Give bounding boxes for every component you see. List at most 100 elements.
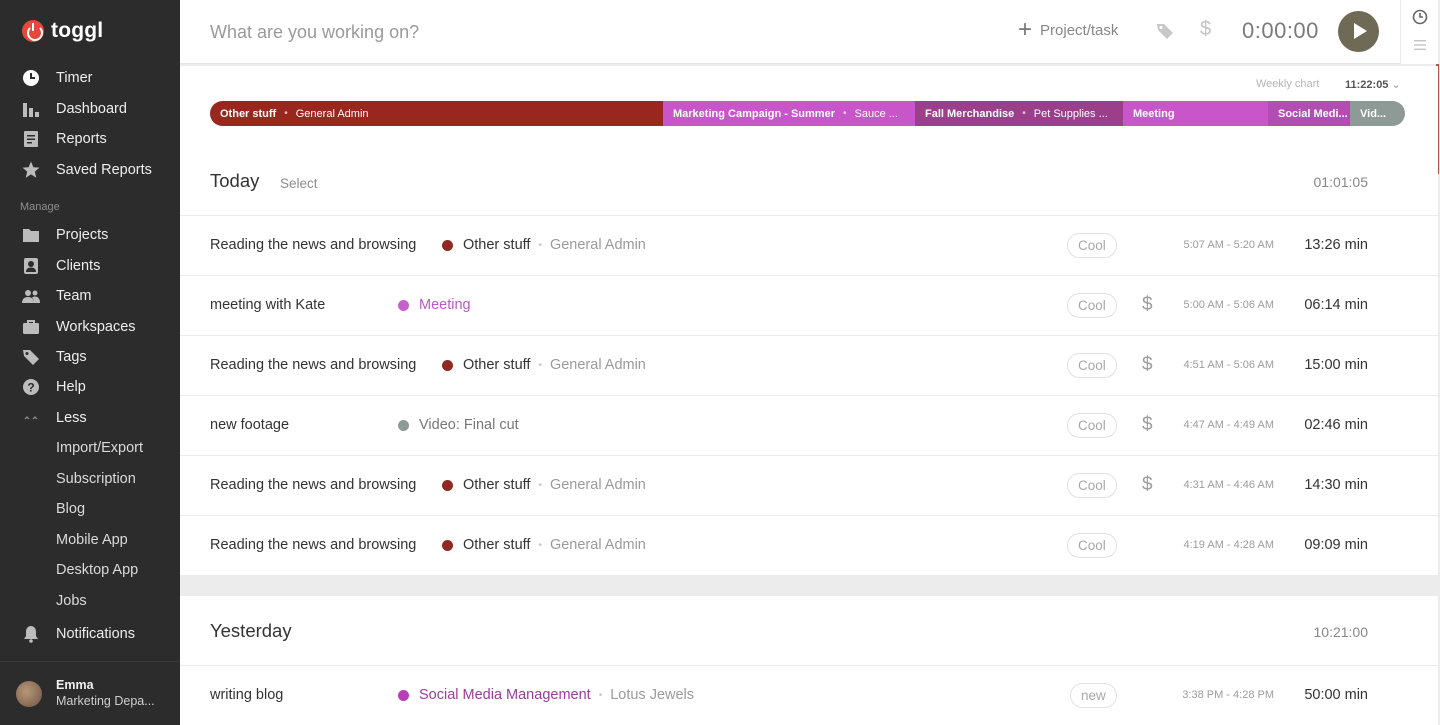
separator: • xyxy=(1022,108,1026,119)
billable-dollar-icon[interactable]: $ xyxy=(1142,414,1153,436)
sidebar-item-import-export[interactable]: Import/Export xyxy=(0,435,180,461)
entry-duration[interactable]: 14:30 min xyxy=(1304,477,1368,493)
description-input[interactable] xyxy=(210,18,970,46)
entry-description[interactable]: writing blog xyxy=(210,687,283,703)
time-entry[interactable]: Reading the news and browsing Other stuf… xyxy=(180,336,1438,396)
sidebar-item-subscription[interactable]: Subscription xyxy=(0,466,180,492)
time-range[interactable]: 5:00 AM - 5:06 AM xyxy=(1180,299,1275,311)
sidebar-item-notifications[interactable]: Notifications xyxy=(0,621,180,647)
entry-description[interactable]: Reading the news and browsing xyxy=(210,477,416,493)
tag-pill[interactable]: new xyxy=(1070,683,1117,708)
sidebar-item-saved-reports[interactable]: Saved Reports xyxy=(0,157,180,183)
entry-project[interactable]: Meeting xyxy=(398,297,471,313)
tag-pill[interactable]: Cool xyxy=(1067,533,1117,558)
time-range[interactable]: 4:51 AM - 5:06 AM xyxy=(1180,359,1275,371)
time-entry[interactable]: Reading the news and browsing Other stuf… xyxy=(180,456,1438,516)
client-icon xyxy=(24,258,38,274)
day-group-header: Yesterday 10:21:00 xyxy=(180,596,1438,666)
manual-mode-icon[interactable] xyxy=(1414,40,1426,50)
sidebar-item-timer[interactable]: Timer xyxy=(0,65,180,91)
tag-pill[interactable]: Cool xyxy=(1067,473,1117,498)
time-entry[interactable]: Reading the news and browsing Other stuf… xyxy=(180,516,1438,576)
sidebar-item-mobile-app[interactable]: Mobile App xyxy=(0,527,180,553)
timeline-segment[interactable]: Marketing Campaign - Summer • Sauce ... xyxy=(663,101,915,126)
sidebar-item-jobs[interactable]: Jobs xyxy=(0,588,180,614)
sidebar-item-desktop-app[interactable]: Desktop App xyxy=(0,557,180,583)
entry-project[interactable]: Social Media Management • Lotus Jewels xyxy=(398,687,694,703)
billable-dollar-icon[interactable]: $ xyxy=(1142,474,1153,496)
time-entry[interactable]: writing blog Social Media Management • Lot… xyxy=(180,666,1438,725)
project-color-dot xyxy=(442,479,453,491)
tag-pill[interactable]: Cool xyxy=(1067,413,1117,438)
entry-description[interactable]: Reading the news and browsing xyxy=(210,537,416,553)
timer-mode-icon[interactable] xyxy=(1412,9,1428,25)
sidebar-item-label: Import/Export xyxy=(56,440,144,456)
sidebar-item-projects[interactable]: Projects xyxy=(0,222,180,248)
time-range[interactable]: 4:19 AM - 4:28 AM xyxy=(1180,539,1275,551)
tag-pill[interactable]: Cool xyxy=(1067,293,1117,318)
time-range[interactable]: 4:31 AM - 4:46 AM xyxy=(1180,479,1275,491)
weekly-total-value: 11:22:05 xyxy=(1345,79,1389,91)
timeline-segment[interactable]: Social Medi... xyxy=(1268,101,1350,126)
report-icon xyxy=(24,131,38,147)
billable-dollar-icon[interactable]: $ xyxy=(1200,18,1211,41)
project-name: Other stuff xyxy=(463,537,531,553)
separator: • xyxy=(538,479,542,491)
segment-client: Pet Supplies ... xyxy=(1033,107,1108,120)
user-profile[interactable]: Emma Marketing Depa... xyxy=(0,661,180,725)
sidebar-item-team[interactable]: Team xyxy=(0,283,180,309)
weekly-chart-label[interactable]: Weekly chart xyxy=(1256,78,1319,90)
entry-project[interactable]: Video: Final cut xyxy=(398,417,519,433)
entry-project[interactable]: Other stuff • General Admin xyxy=(442,237,646,253)
sidebar-item-clients[interactable]: Clients xyxy=(0,253,180,279)
sidebar-item-reports[interactable]: Reports xyxy=(0,126,180,152)
entry-project[interactable]: Other stuff • General Admin xyxy=(442,357,646,373)
time-range[interactable]: 3:38 PM - 4:28 PM xyxy=(1180,689,1274,701)
project-task-button[interactable]: + Project/task xyxy=(1018,18,1118,42)
chevron-down-icon: ⌄ xyxy=(1391,79,1401,91)
time-range[interactable]: 5:07 AM - 5:20 AM xyxy=(1180,239,1275,251)
entry-project[interactable]: Other stuff • General Admin xyxy=(442,537,646,553)
entry-duration[interactable]: 50:00 min xyxy=(1304,687,1368,703)
timeline-segment[interactable]: Fall Merchandise • Pet Supplies ... xyxy=(915,101,1123,126)
select-button[interactable]: Select xyxy=(280,176,318,191)
time-entry[interactable]: new footage Video: Final cut Cool $ 4:47… xyxy=(180,396,1438,456)
entry-description[interactable]: new footage xyxy=(210,417,289,433)
day-total: 01:01:05 xyxy=(1313,174,1369,190)
tag-pill[interactable]: Cool xyxy=(1067,353,1117,378)
timeline-segment[interactable]: Vid... xyxy=(1350,101,1405,126)
project-color-dot xyxy=(442,539,453,551)
weekly-total[interactable]: 11:22:05 ⌄ xyxy=(1345,78,1401,91)
sidebar-item-tags[interactable]: Tags xyxy=(0,344,180,370)
entry-description[interactable]: Reading the news and browsing xyxy=(210,357,416,373)
entry-duration[interactable]: 02:46 min xyxy=(1304,417,1368,433)
start-timer-button[interactable] xyxy=(1338,11,1379,52)
timeline-segment[interactable]: Meeting xyxy=(1123,101,1268,126)
sidebar-item-dashboard[interactable]: Dashboard xyxy=(0,96,180,122)
tag-icon[interactable] xyxy=(1156,22,1174,40)
billable-dollar-icon[interactable]: $ xyxy=(1142,294,1153,316)
timeline-segment[interactable]: Other stuff • General Admin xyxy=(210,101,663,126)
entry-project[interactable]: Other stuff • General Admin xyxy=(442,477,646,493)
toggl-logo[interactable]: toggl xyxy=(22,19,103,43)
time-range[interactable]: 4:47 AM - 4:49 AM xyxy=(1180,419,1275,431)
entry-duration[interactable]: 13:26 min xyxy=(1304,237,1368,253)
entry-duration[interactable]: 15:00 min xyxy=(1304,357,1368,373)
tag-pill[interactable]: Cool xyxy=(1067,233,1117,258)
billable-dollar-icon[interactable]: $ xyxy=(1142,354,1153,376)
day-group-today: Today Select 01:01:05 Reading the news a… xyxy=(180,146,1438,576)
sidebar-item-workspaces[interactable]: Workspaces xyxy=(0,314,180,340)
entry-description[interactable]: meeting with Kate xyxy=(210,297,325,313)
entry-description[interactable]: Reading the news and browsing xyxy=(210,237,416,253)
time-entry[interactable]: meeting with Kate Meeting Cool $ 5:00 AM… xyxy=(180,276,1438,336)
sidebar-item-less[interactable]: Less xyxy=(0,405,180,431)
project-color-dot xyxy=(398,689,409,701)
project-name: Other stuff xyxy=(463,237,531,253)
entry-duration[interactable]: 06:14 min xyxy=(1304,297,1368,313)
day-title: Today xyxy=(210,170,260,191)
time-entry[interactable]: Reading the news and browsing Other stuf… xyxy=(180,216,1438,276)
day-title: Yesterday xyxy=(210,620,292,641)
sidebar-item-help[interactable]: ? Help xyxy=(0,374,180,400)
entry-duration[interactable]: 09:09 min xyxy=(1304,537,1368,553)
sidebar-item-blog[interactable]: Blog xyxy=(0,496,180,522)
